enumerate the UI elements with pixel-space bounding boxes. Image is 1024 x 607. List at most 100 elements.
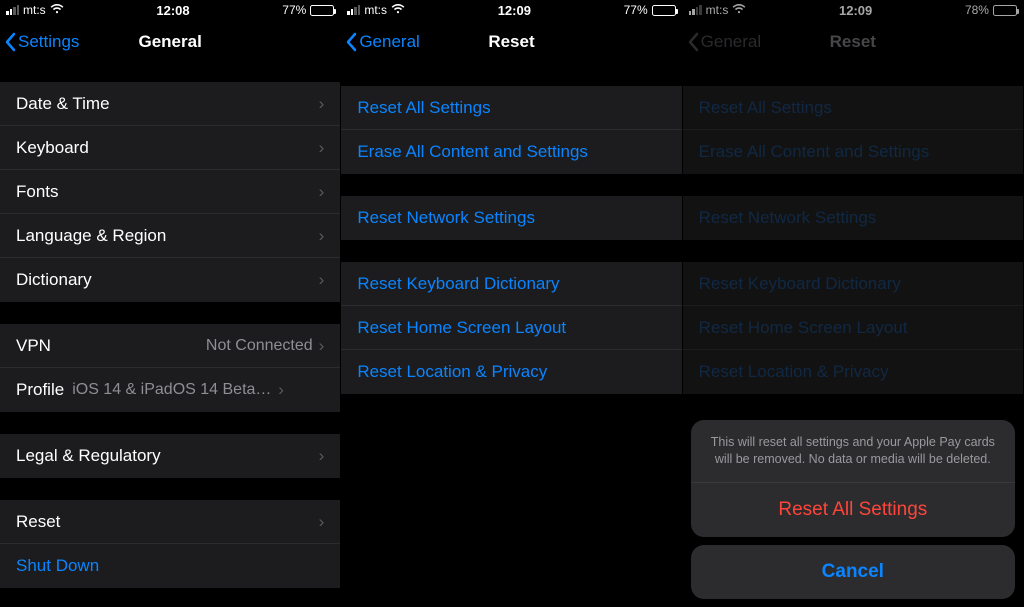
nav-bar: General Reset: [341, 20, 681, 64]
back-button[interactable]: General: [341, 32, 419, 52]
settings-group: VPNNot Connected › Profile iOS 14 & iPadOS…: [0, 324, 340, 412]
chevron-right-icon: ›: [319, 512, 325, 532]
row-label: Profile: [16, 380, 64, 400]
battery-icon: [310, 5, 334, 16]
row-date-time[interactable]: Date & Time›: [0, 82, 340, 126]
screen-reset: mt:s 12:09 77% General Reset Reset All S…: [341, 0, 682, 607]
row-label: Reset All Settings: [699, 98, 1007, 118]
screen-reset-confirm: mt:s 12:09 78% General Reset Reset All S…: [683, 0, 1024, 607]
back-label: General: [359, 32, 419, 52]
row-label: Fonts: [16, 182, 319, 202]
reset-group: Reset Keyboard Dictionary Reset Home Scr…: [683, 262, 1023, 394]
status-left: mt:s: [689, 3, 747, 17]
row-vpn[interactable]: VPNNot Connected ›: [0, 324, 340, 368]
battery-icon: [652, 5, 676, 16]
row-label: VPN: [16, 336, 206, 356]
cancel-button[interactable]: Cancel: [691, 545, 1015, 599]
row-label: Reset Location & Privacy: [357, 362, 665, 382]
status-right: 78%: [965, 3, 1017, 17]
status-right: 77%: [624, 3, 676, 17]
row-label: Erase All Content and Settings: [699, 142, 1007, 162]
row-reset-home-screen[interactable]: Reset Home Screen Layout: [341, 306, 681, 350]
row-reset-location-privacy: Reset Location & Privacy: [683, 350, 1023, 394]
status-right: 77%: [282, 3, 334, 17]
status-bar: mt:s 12:09 78%: [683, 0, 1023, 20]
chevron-right-icon: ›: [319, 446, 325, 466]
chevron-right-icon: ›: [319, 336, 325, 356]
reset-group: Reset Network Settings: [341, 196, 681, 240]
row-label: Reset Home Screen Layout: [699, 318, 1007, 338]
chevron-left-icon: [4, 32, 16, 52]
chevron-right-icon: ›: [319, 94, 325, 114]
carrier-label: mt:s: [706, 3, 729, 17]
row-erase-all-content[interactable]: Erase All Content and Settings: [341, 130, 681, 174]
chevron-left-icon: [345, 32, 357, 52]
row-label: Reset Keyboard Dictionary: [357, 274, 665, 294]
row-label: Reset: [16, 512, 319, 532]
cellular-signal-icon: [347, 5, 360, 15]
row-value: iOS 14 & iPadOS 14 Beta Softwar…: [72, 381, 272, 399]
status-time: 12:09: [498, 3, 531, 18]
back-label: Settings: [18, 32, 79, 52]
reset-all-settings-button[interactable]: Reset All Settings: [691, 483, 1015, 537]
chevron-right-icon: ›: [319, 138, 325, 158]
battery-icon: [993, 5, 1017, 16]
row-shut-down[interactable]: Shut Down: [0, 544, 340, 588]
row-reset-keyboard-dictionary[interactable]: Reset Keyboard Dictionary: [341, 262, 681, 306]
row-reset-location-privacy[interactable]: Reset Location & Privacy: [341, 350, 681, 394]
status-left: mt:s: [347, 3, 405, 17]
battery-percent: 77%: [624, 3, 648, 17]
row-label: Shut Down: [16, 556, 324, 576]
chevron-right-icon: ›: [319, 270, 325, 290]
back-button[interactable]: Settings: [0, 32, 79, 52]
battery-percent: 78%: [965, 3, 989, 17]
status-left: mt:s: [6, 3, 64, 17]
row-reset-network: Reset Network Settings: [683, 196, 1023, 240]
reset-group: Reset All Settings Erase All Content and…: [341, 86, 681, 174]
row-label: Reset Location & Privacy: [699, 362, 1007, 382]
chevron-right-icon: ›: [319, 182, 325, 202]
settings-group: Reset› Shut Down: [0, 500, 340, 588]
nav-bar: Settings General: [0, 20, 340, 64]
battery-percent: 77%: [282, 3, 306, 17]
row-label: Language & Region: [16, 226, 319, 246]
chevron-right-icon: ›: [319, 226, 325, 246]
row-label: Keyboard: [16, 138, 319, 158]
screen-general: mt:s 12:08 77% Settings General Date & T…: [0, 0, 341, 607]
status-time: 12:09: [839, 3, 872, 18]
row-fonts[interactable]: Fonts›: [0, 170, 340, 214]
row-reset-keyboard-dictionary: Reset Keyboard Dictionary: [683, 262, 1023, 306]
status-bar: mt:s 12:09 77%: [341, 0, 681, 20]
reset-group: Reset Keyboard Dictionary Reset Home Scr…: [341, 262, 681, 394]
row-profile[interactable]: ProfileiOS 14 & iPadOS 14 Beta Softwar…›: [0, 368, 340, 412]
action-sheet: This will reset all settings and your Ap…: [691, 420, 1015, 599]
row-legal[interactable]: Legal & Regulatory›: [0, 434, 340, 478]
reset-group: Reset All Settings Erase All Content and…: [683, 86, 1023, 174]
back-label: General: [701, 32, 761, 52]
row-reset-all-settings[interactable]: Reset All Settings: [341, 86, 681, 130]
status-time: 12:08: [156, 3, 189, 18]
settings-group: Legal & Regulatory›: [0, 434, 340, 478]
wifi-icon: [50, 3, 64, 17]
status-bar: mt:s 12:08 77%: [0, 0, 340, 20]
row-erase-all-content: Erase All Content and Settings: [683, 130, 1023, 174]
row-language-region[interactable]: Language & Region›: [0, 214, 340, 258]
back-button: General: [683, 32, 761, 52]
row-value: Not Connected: [206, 337, 313, 355]
row-dictionary[interactable]: Dictionary›: [0, 258, 340, 302]
sheet-cancel-block: Cancel: [691, 545, 1015, 599]
row-label: Date & Time: [16, 94, 319, 114]
row-reset-network[interactable]: Reset Network Settings: [341, 196, 681, 240]
row-label: Reset Network Settings: [699, 208, 1007, 228]
row-reset[interactable]: Reset›: [0, 500, 340, 544]
cellular-signal-icon: [6, 5, 19, 15]
row-label: Legal & Regulatory: [16, 446, 319, 466]
row-reset-home-screen: Reset Home Screen Layout: [683, 306, 1023, 350]
settings-group: Date & Time› Keyboard› Fonts› Language &…: [0, 82, 340, 302]
sheet-message: This will reset all settings and your Ap…: [691, 420, 1015, 483]
row-label: Reset Keyboard Dictionary: [699, 274, 1007, 294]
row-keyboard[interactable]: Keyboard›: [0, 126, 340, 170]
row-reset-all-settings: Reset All Settings: [683, 86, 1023, 130]
carrier-label: mt:s: [23, 3, 46, 17]
row-label: Erase All Content and Settings: [357, 142, 665, 162]
